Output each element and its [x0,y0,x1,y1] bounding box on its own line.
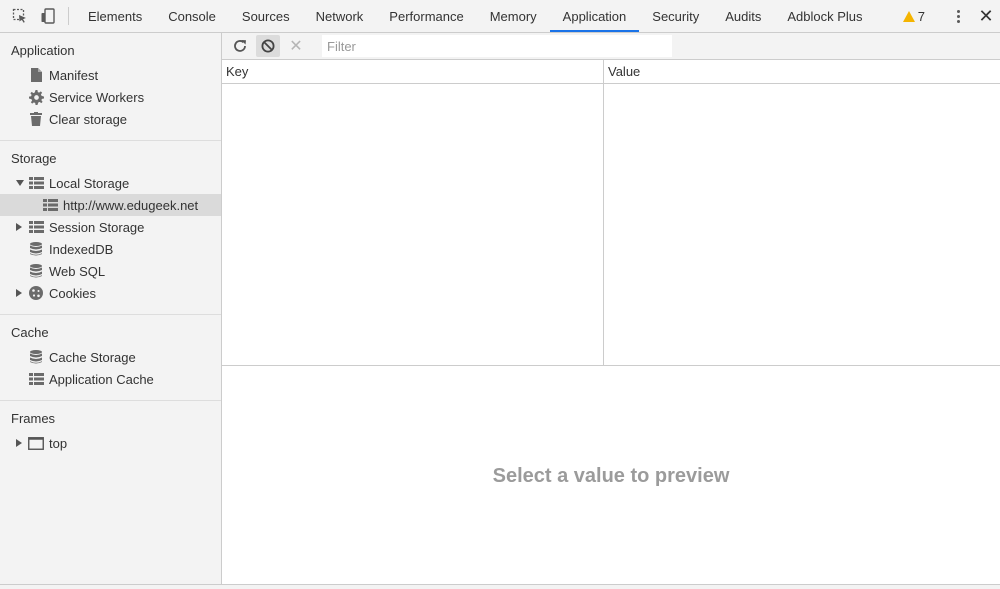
sidebar-item-label: Web SQL [49,263,106,279]
sidebar-item-label: Cookies [49,285,96,301]
tab-network[interactable]: Network [303,0,377,32]
section-frames: Frames top [0,401,221,464]
close-icon[interactable]: ✕ [972,0,1000,33]
sidebar-item-web-sql[interactable]: Web SQL [0,260,221,282]
key-column [222,84,604,365]
tab-elements[interactable]: Elements [75,0,155,32]
tab-console[interactable]: Console [155,0,229,32]
sidebar-item-label: Local Storage [49,175,130,191]
section-title: Frames [11,411,56,426]
refresh-button[interactable] [228,35,252,57]
sidebar-item-application-cache[interactable]: Application Cache [0,368,221,390]
tab-performance[interactable]: Performance [376,0,476,32]
sidebar-item-label: IndexedDB [49,241,114,257]
sidebar-item-cookies[interactable]: Cookies [0,282,221,304]
warnings-counter[interactable]: 7 [897,9,931,24]
sidebar-item-local-storage[interactable]: Local Storage [0,172,221,194]
bottom-drawer-edge [0,584,1000,589]
sidebar-item-label: top [49,435,68,451]
chevron-right-icon[interactable] [16,223,22,231]
value-column [604,84,1000,365]
toolbar-divider [68,7,69,25]
sidebar-item-cache-storage[interactable]: Cache Storage [0,346,221,368]
gear-icon [28,89,44,105]
sidebar-item-session-storage[interactable]: Session Storage [0,216,221,238]
sidebar-item-label: http://www.edugeek.net [63,197,199,213]
block-icon [261,39,275,53]
sidebar-item-label: Cache Storage [49,349,136,365]
section-cache: Cache Cache Storage Application Cache [0,315,221,401]
sidebar-item-label: Manifest [49,67,99,83]
tab-security[interactable]: Security [639,0,712,32]
sidebar-item-local-storage-origin[interactable]: http://www.edugeek.net [0,194,221,216]
section-title: Storage [11,151,57,166]
sidebar-item-indexeddb[interactable]: IndexedDB [0,238,221,260]
grid-table-icon [28,219,44,235]
tab-adblock-plus[interactable]: Adblock Plus [774,0,875,32]
database-icon [28,241,44,257]
tab-application[interactable]: Application [549,0,640,32]
trash-icon [28,111,44,127]
database-icon [28,349,44,365]
section-title: Application [11,43,75,58]
database-icon [28,263,44,279]
grid-table-icon [42,197,58,213]
sidebar-item-service-workers[interactable]: Service Workers [0,86,221,108]
storage-view: ✕ Key Value Select a value to preview [222,33,1000,589]
frame-icon [28,435,44,451]
refresh-icon [234,40,246,52]
inspect-icon[interactable] [6,0,34,32]
filter-input[interactable] [322,35,672,57]
chevron-right-icon[interactable] [16,439,22,447]
close-icon: ✕ [289,38,303,55]
grid-table-icon [28,175,44,191]
application-sidebar: Application Manifest Service Workers Cle… [0,33,222,589]
device-toggle-icon[interactable] [34,0,62,32]
sidebar-item-clear-storage[interactable]: Clear storage [0,108,221,130]
sidebar-item-label: Clear storage [49,111,128,127]
warning-icon [902,10,915,22]
preview-placeholder: Select a value to preview [492,465,730,487]
chevron-down-icon[interactable] [16,180,24,186]
section-title: Cache [11,325,49,340]
sidebar-item-manifest[interactable]: Manifest [0,64,221,86]
devtools-toolbar: Elements Console Sources Network Perform… [0,0,1000,33]
section-application: Application Manifest Service Workers Cle… [0,33,221,141]
column-header-value[interactable]: Value [604,60,1000,83]
value-preview-pane: Select a value to preview [222,366,1000,587]
column-header-key[interactable]: Key [222,60,604,83]
data-grid-header: Key Value [222,60,1000,84]
document-icon [28,67,44,83]
sidebar-item-frame-top[interactable]: top [0,432,221,454]
sidebar-item-label: Application Cache [49,371,154,387]
sidebar-item-label: Service Workers [49,89,145,105]
tab-audits[interactable]: Audits [712,0,774,32]
chevron-right-icon[interactable] [16,289,22,297]
section-storage: Storage Local Storage http://www.edugeek… [0,141,221,315]
warning-count: 7 [917,8,925,24]
tab-memory[interactable]: Memory [477,0,550,32]
tab-sources[interactable]: Sources [229,0,303,32]
storage-toolbar: ✕ [222,33,1000,60]
clear-all-button[interactable] [256,35,280,57]
cookie-icon [28,285,44,301]
grid-table-icon [28,371,44,387]
data-grid-body[interactable] [222,84,1000,366]
more-vert-icon[interactable] [944,0,972,33]
delete-selected-button[interactable]: ✕ [284,35,308,57]
sidebar-item-label: Session Storage [49,219,145,235]
